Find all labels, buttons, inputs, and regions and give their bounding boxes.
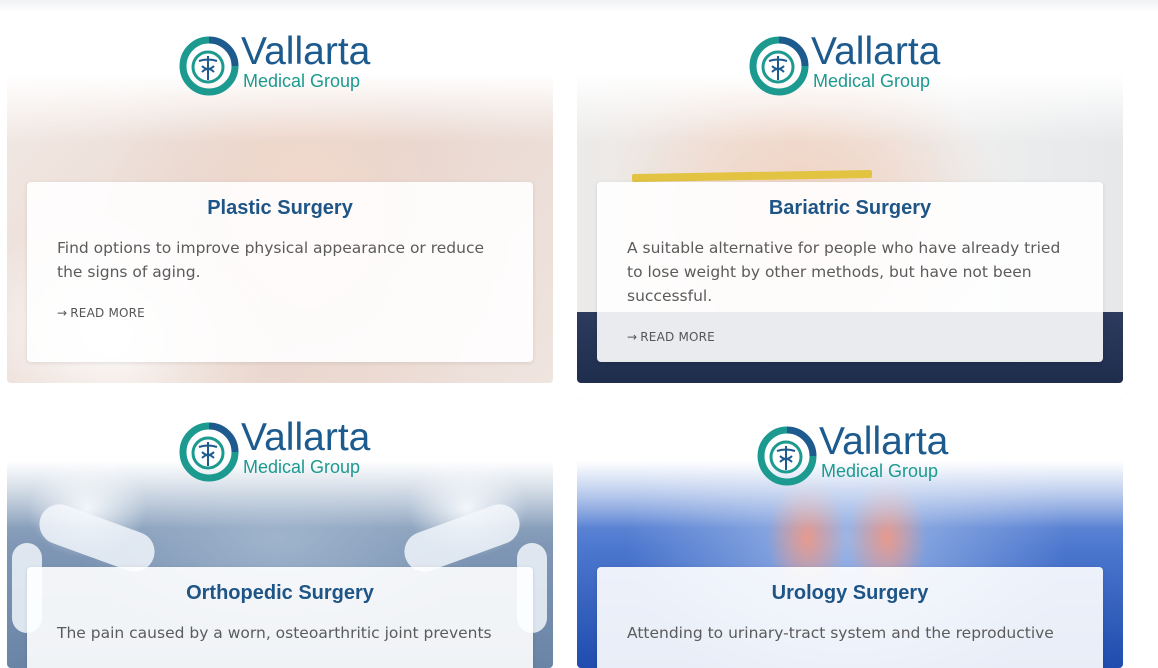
card-title[interactable]: Orthopedic Surgery xyxy=(27,582,533,605)
logo-subtitle: Medical Group xyxy=(243,457,361,477)
caduceus-logo-icon xyxy=(749,36,809,96)
logo-subtitle: Medical Group xyxy=(813,71,931,91)
top-header-shadow xyxy=(0,0,1158,12)
vallarta-logo: Vallarta Medical Group xyxy=(757,420,962,488)
vallarta-logo: Vallarta Medical Group xyxy=(179,30,384,98)
card-description: Find options to improve physical appeara… xyxy=(57,239,485,281)
logo-title: Vallarta xyxy=(241,416,371,459)
card-title[interactable]: Plastic Surgery xyxy=(27,197,533,220)
card-description: The pain caused by a worn, osteoarthriti… xyxy=(57,624,492,642)
read-more-link[interactable]: → READ MORE xyxy=(627,330,715,344)
card-description: Attending to urinary-tract system and th… xyxy=(627,624,1054,642)
logo-title: Vallarta xyxy=(241,30,371,73)
logo-title: Vallarta xyxy=(811,30,941,73)
read-more-label: READ MORE xyxy=(640,330,715,344)
service-card-plastic-surgery[interactable]: Vallarta Medical Group Plastic Surgery F… xyxy=(7,12,553,383)
logo-subtitle: Medical Group xyxy=(243,71,361,91)
card-title[interactable]: Urology Surgery xyxy=(597,582,1103,605)
right-arrow-icon: → xyxy=(627,330,638,344)
logo-subtitle: Medical Group xyxy=(821,461,939,481)
card-title[interactable]: Bariatric Surgery xyxy=(597,197,1103,220)
read-more-label: READ MORE xyxy=(70,306,145,320)
caduceus-logo-icon xyxy=(179,36,239,96)
service-card-bariatric-surgery[interactable]: Vallarta Medical Group Bariatric Surgery… xyxy=(577,12,1123,383)
caduceus-logo-icon xyxy=(179,422,239,482)
card-text-panel: Plastic Surgery Find options to improve … xyxy=(27,182,533,362)
right-arrow-icon: → xyxy=(57,306,68,320)
logo-title: Vallarta xyxy=(819,420,949,463)
card-text-panel: Urology Surgery Attending to urinary-tra… xyxy=(597,567,1103,668)
card-text-panel: Bariatric Surgery A suitable alternative… xyxy=(597,182,1103,362)
card-text-panel: Orthopedic Surgery The pain caused by a … xyxy=(27,567,533,668)
vallarta-logo: Vallarta Medical Group xyxy=(749,30,954,98)
caduceus-logo-icon xyxy=(757,426,817,486)
card-description: A suitable alternative for people who ha… xyxy=(627,239,1061,305)
service-card-urology-surgery[interactable]: Vallarta Medical Group Urology Surgery A… xyxy=(577,398,1123,668)
read-more-link[interactable]: → READ MORE xyxy=(57,306,145,320)
vallarta-logo: Vallarta Medical Group xyxy=(179,416,384,484)
service-card-orthopedic-surgery[interactable]: Vallarta Medical Group Orthopedic Surger… xyxy=(7,398,553,668)
